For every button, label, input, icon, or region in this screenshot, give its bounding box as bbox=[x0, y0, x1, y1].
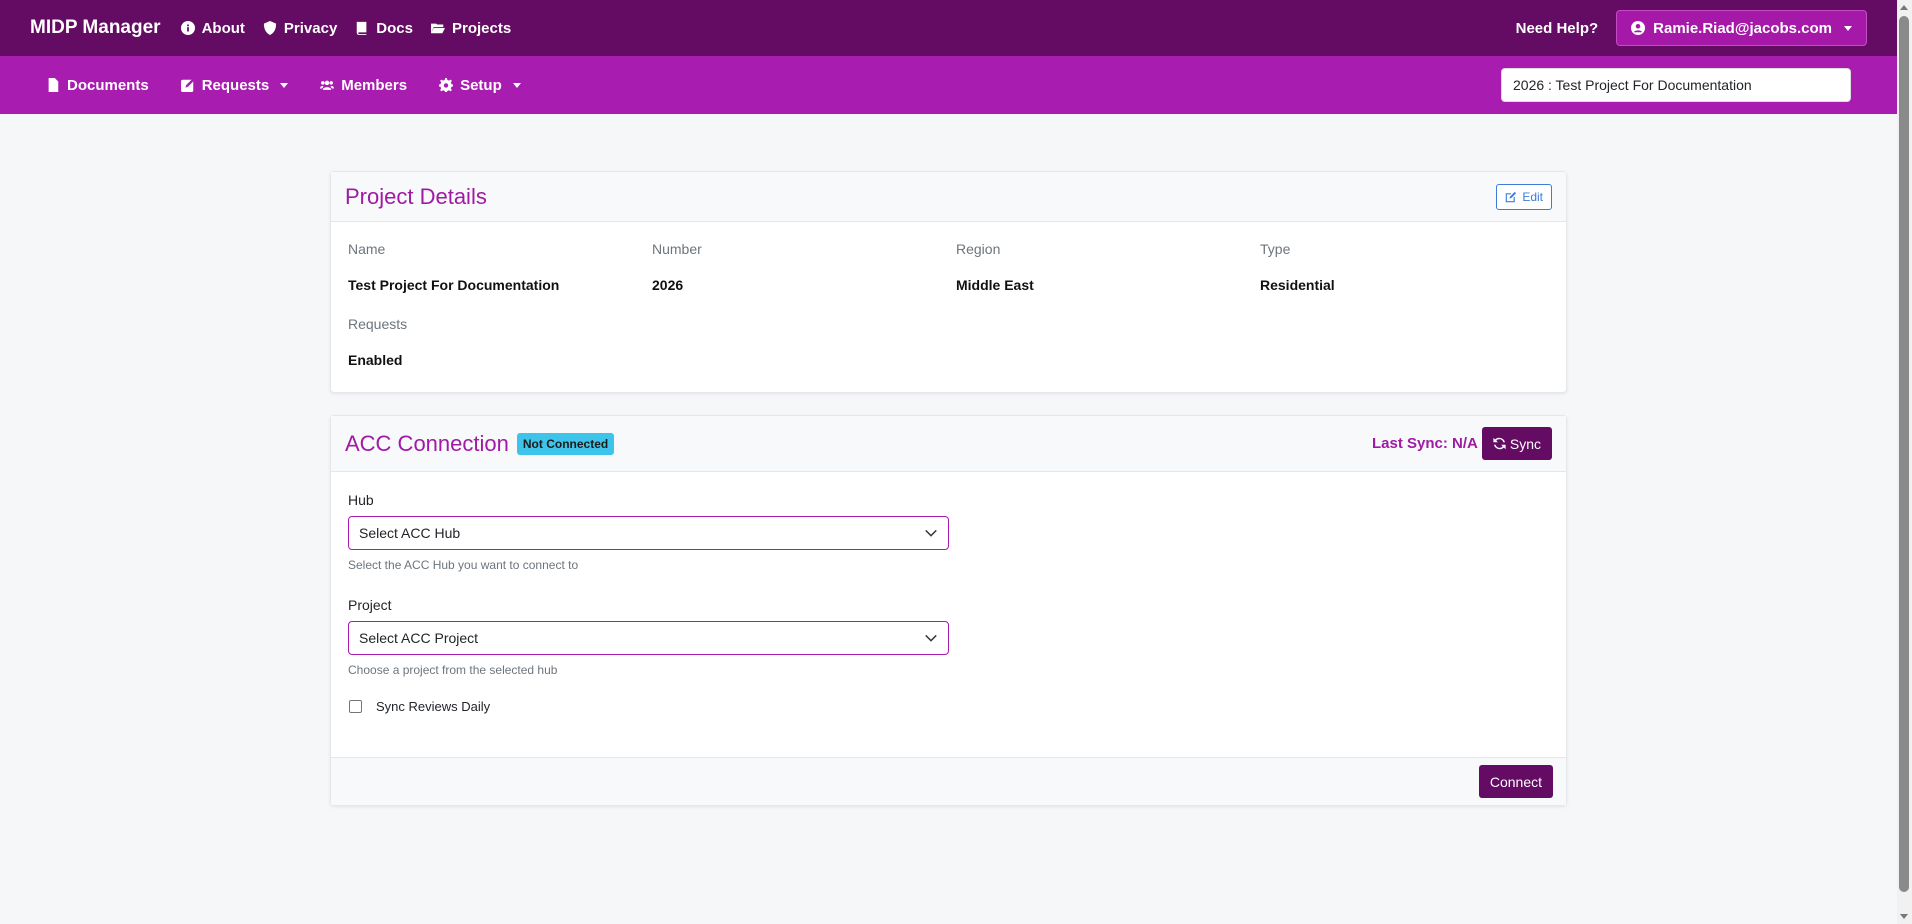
field-type-value: Residential bbox=[1260, 277, 1335, 293]
top-right-area: Need Help? Ramie.Riad@jacobs.com bbox=[1516, 10, 1867, 46]
sync-daily-checkbox[interactable] bbox=[349, 700, 362, 713]
subnav-requests[interactable]: Requests bbox=[180, 76, 289, 94]
top-nav: About Privacy Docs Projects bbox=[180, 19, 512, 37]
sync-daily-label[interactable]: Sync Reviews Daily bbox=[376, 699, 490, 714]
nav-projects-label: Projects bbox=[451, 19, 512, 37]
nav-privacy-label: Privacy bbox=[283, 19, 338, 37]
user-email: Ramie.Riad@jacobs.com bbox=[1653, 19, 1832, 37]
status-badge: Not Connected bbox=[516, 432, 615, 455]
chevron-down-icon bbox=[280, 82, 289, 88]
field-name: Name Test Project For Documentation bbox=[348, 241, 559, 293]
acc-connection-header: ACC Connection Not Connected Last Sync: … bbox=[331, 416, 1566, 472]
field-number-value: 2026 bbox=[652, 277, 684, 293]
edit-button-label: Edit bbox=[1522, 189, 1543, 204]
subnav-documents-label: Documents bbox=[67, 76, 149, 94]
edit-icon bbox=[1506, 191, 1517, 202]
subnav-setup-label: Setup bbox=[460, 76, 502, 94]
field-number: Number 2026 bbox=[652, 241, 702, 293]
nav-privacy[interactable]: Privacy bbox=[263, 20, 337, 37]
users-icon bbox=[320, 80, 335, 90]
sub-navbar: Documents Requests Members Setup 2026 : … bbox=[0, 56, 1897, 114]
page-scrollbar[interactable] bbox=[1897, 0, 1912, 924]
hub-select-value: Select ACC Hub bbox=[359, 525, 461, 541]
project-help-text: Choose a project from the selected hub bbox=[348, 663, 558, 677]
edit-button[interactable]: Edit bbox=[1496, 183, 1552, 210]
chevron-down-icon bbox=[925, 529, 937, 537]
field-region-value: Middle East bbox=[956, 277, 1034, 293]
project-selector-value: 2026 : Test Project For Documentation bbox=[1513, 77, 1752, 93]
subnav-members-label: Members bbox=[341, 76, 408, 94]
nav-about-label: About bbox=[201, 19, 245, 37]
project-select[interactable]: Select ACC Project bbox=[348, 621, 949, 655]
need-help-link[interactable]: Need Help? bbox=[1516, 20, 1599, 37]
scroll-up-arrow-icon[interactable] bbox=[1900, 5, 1908, 10]
field-name-label: Name bbox=[348, 241, 386, 257]
sync-daily-row: Sync Reviews Daily bbox=[349, 699, 490, 714]
nav-projects[interactable]: Projects bbox=[430, 19, 512, 37]
book-icon bbox=[357, 21, 367, 35]
project-label: Project bbox=[348, 597, 392, 613]
gear-icon bbox=[439, 78, 454, 92]
project-selector[interactable]: 2026 : Test Project For Documentation bbox=[1501, 68, 1851, 102]
folder-open-icon bbox=[430, 23, 445, 34]
field-region: Region Middle East bbox=[956, 241, 1034, 293]
subnav-setup[interactable]: Setup bbox=[439, 77, 521, 94]
sync-button[interactable]: Sync bbox=[1481, 427, 1552, 460]
info-circle-icon bbox=[180, 21, 195, 35]
file-icon bbox=[48, 78, 59, 92]
chevron-down-icon bbox=[925, 634, 937, 642]
scroll-down-arrow-icon[interactable] bbox=[1900, 914, 1908, 919]
project-details-title: Project Details bbox=[345, 183, 487, 209]
sub-nav: Documents Requests Members Setup bbox=[46, 77, 521, 94]
connect-button[interactable]: Connect bbox=[1478, 765, 1553, 798]
top-navbar: MIDP Manager About Privacy Docs Projects… bbox=[0, 0, 1897, 56]
acc-connection-card: ACC Connection Not Connected Last Sync: … bbox=[330, 415, 1567, 806]
sync-icon bbox=[1493, 437, 1506, 450]
hub-label: Hub bbox=[348, 492, 374, 508]
project-details-header: Project Details Edit bbox=[331, 172, 1566, 222]
field-number-label: Number bbox=[652, 241, 702, 257]
nav-about[interactable]: About bbox=[180, 19, 245, 37]
hub-help-text: Select the ACC Hub you want to connect t… bbox=[348, 558, 579, 572]
subnav-members[interactable]: Members bbox=[320, 77, 407, 94]
user-circle-icon bbox=[1631, 21, 1646, 35]
last-sync-text: Last Sync: N/A bbox=[1372, 435, 1478, 452]
sync-button-label: Sync bbox=[1509, 435, 1541, 452]
user-menu-button[interactable]: Ramie.Riad@jacobs.com bbox=[1616, 10, 1867, 46]
acc-card-footer: Connect bbox=[331, 757, 1566, 805]
field-requests-label: Requests bbox=[348, 316, 408, 332]
brand-logo[interactable]: MIDP Manager bbox=[30, 17, 161, 39]
nav-docs[interactable]: Docs bbox=[355, 20, 413, 37]
subnav-documents[interactable]: Documents bbox=[46, 77, 149, 94]
field-name-value: Test Project For Documentation bbox=[348, 277, 560, 293]
acc-connection-title: ACC Connection bbox=[345, 430, 509, 456]
scrollbar-thumb[interactable] bbox=[1899, 16, 1909, 892]
field-region-label: Region bbox=[956, 241, 1001, 257]
edit-square-icon bbox=[180, 78, 194, 92]
project-details-card: Project Details Edit Name Test Project F… bbox=[330, 171, 1567, 393]
field-requests: Requests Enabled bbox=[348, 316, 407, 368]
field-type-label: Type bbox=[1260, 241, 1291, 257]
shield-icon bbox=[263, 21, 277, 35]
hub-select[interactable]: Select ACC Hub bbox=[348, 516, 949, 550]
chevron-down-icon bbox=[512, 82, 521, 88]
chevron-down-icon bbox=[1844, 25, 1852, 31]
field-type: Type Residential bbox=[1260, 241, 1335, 293]
project-select-value: Select ACC Project bbox=[359, 630, 479, 646]
nav-docs-label: Docs bbox=[376, 19, 413, 37]
subnav-requests-label: Requests bbox=[201, 76, 270, 94]
field-requests-value: Enabled bbox=[348, 352, 403, 368]
